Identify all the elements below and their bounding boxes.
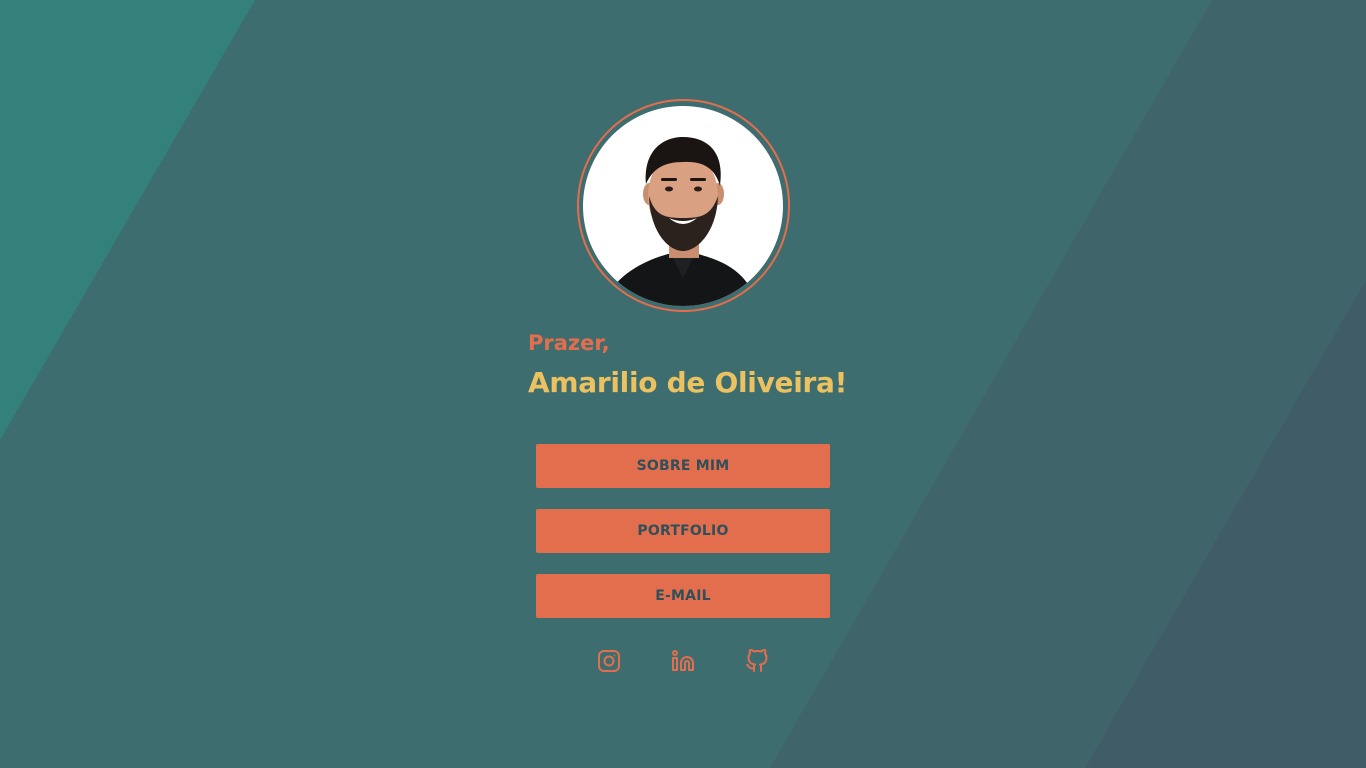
github-icon[interactable] bbox=[745, 649, 769, 673]
profile-photo bbox=[583, 106, 783, 306]
instagram-icon[interactable] bbox=[597, 649, 621, 673]
portfolio-button[interactable]: PORTFOLIO bbox=[536, 509, 830, 553]
email-button[interactable]: E-MAIL bbox=[536, 574, 830, 618]
about-me-button[interactable]: SOBRE MIM bbox=[536, 444, 830, 488]
linkedin-icon[interactable] bbox=[671, 649, 695, 673]
profile-name: Amarilio de Oliveira! bbox=[528, 366, 848, 399]
greeting-text: Prazer, bbox=[528, 331, 610, 355]
